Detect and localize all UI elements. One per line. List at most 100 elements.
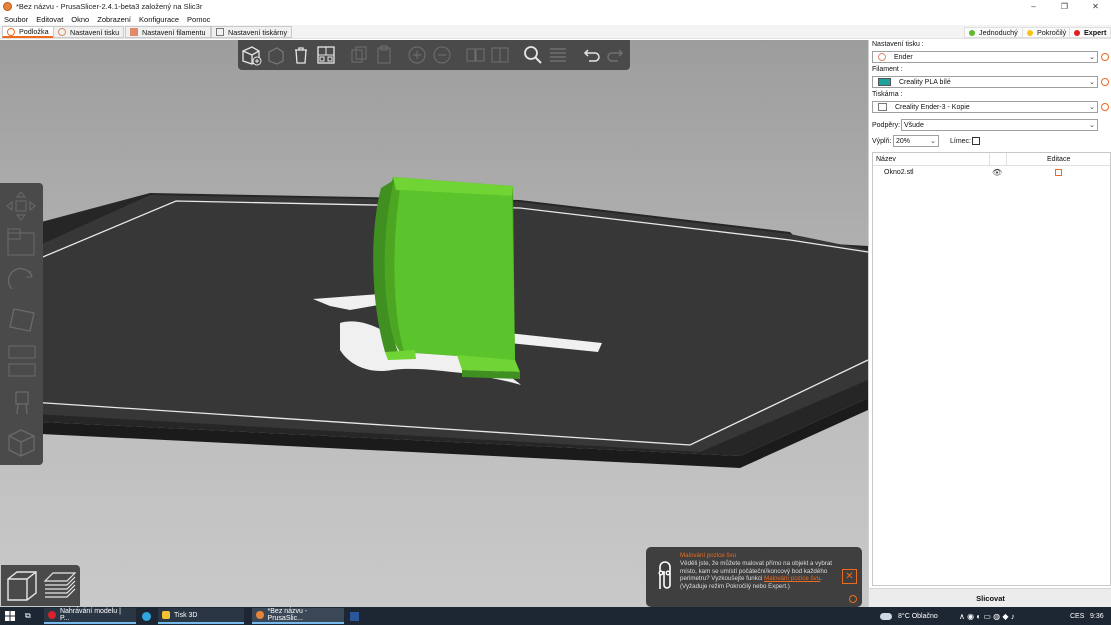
supports-value: Všude (904, 121, 924, 129)
task-view-icon[interactable]: ⧉ (25, 607, 31, 625)
search-button[interactable] (522, 43, 544, 68)
filament-label: Filament : (872, 66, 903, 73)
filament-spool-icon (130, 28, 138, 36)
scale-icon[interactable] (4, 225, 39, 257)
tab-print-settings[interactable]: Nastavení tisku (53, 26, 125, 38)
filament-edit-icon[interactable] (1101, 78, 1109, 86)
maximize-button[interactable]: ❐ (1049, 0, 1080, 13)
menu-soubor[interactable]: Soubor (4, 15, 28, 24)
edge-icon[interactable] (142, 607, 151, 625)
hint-link[interactable]: Malování pozice švu (764, 575, 820, 582)
paste-icon (377, 45, 391, 64)
edit-icon[interactable] (1055, 169, 1062, 176)
mode-simple-button[interactable]: Jednoduchý (964, 27, 1023, 38)
support-painting-icon[interactable] (4, 359, 39, 391)
seam-painting-icon[interactable] (4, 388, 39, 420)
3d-viewport[interactable]: Malování pozice švu Věděli jste, že může… (0, 40, 868, 607)
print-settings-label: Nastavení tisku : (872, 41, 924, 48)
arrange-icon (317, 46, 335, 64)
slice-button[interactable]: Slicovat (869, 588, 1111, 607)
add-instance-button[interactable] (406, 43, 428, 68)
brim-label: Límec: (950, 138, 972, 145)
right-sidebar: Nastavení tisku : Ender ⌄ Filament : Cre… (868, 40, 1111, 607)
clock[interactable]: 9:36 (1090, 607, 1104, 625)
arrange-button[interactable] (315, 43, 337, 68)
column-divider (989, 153, 990, 166)
mode-expert-button[interactable]: Expert (1069, 27, 1111, 38)
object-list-header: Název Editace (873, 153, 1110, 166)
folder-icon (162, 611, 170, 619)
windows-start-icon[interactable] (5, 607, 15, 625)
remove-instance-button[interactable] (431, 43, 453, 68)
split-objects-button[interactable] (464, 43, 486, 68)
taskbar-app-label: *Bez názvu - PrusaSlic... (267, 608, 308, 622)
layers-icon (550, 48, 566, 62)
print-settings-value: Ender (894, 53, 913, 61)
taskbar-app-prusaslicer[interactable]: *Bez názvu - PrusaSlic... (252, 608, 344, 624)
tab-printer-settings-label: Nastavení tiskárny (228, 27, 288, 37)
print-settings-combo[interactable]: Ender ⌄ (872, 51, 1098, 63)
view-cube-icon[interactable] (4, 426, 39, 458)
taskbar-app-opera[interactable]: Nahrávání modelu | P... (44, 608, 136, 624)
split-parts-icon (491, 47, 509, 63)
paste-button[interactable] (373, 43, 395, 68)
delete-button[interactable] (265, 43, 287, 68)
delete-all-button[interactable] (290, 43, 312, 68)
place-on-face-icon[interactable] (4, 303, 39, 335)
preview-layers-icon[interactable] (41, 569, 77, 603)
tab-plater-label: Podložka (19, 27, 49, 36)
chevron-down-icon: ⌄ (1089, 54, 1095, 61)
3d-view-icon[interactable] (5, 569, 39, 603)
chevron-down-icon: ⌄ (930, 138, 936, 145)
title-bar: *Bez názvu - PrusaSlicer-2.4.1-beta3 zal… (0, 0, 1111, 13)
undo-button[interactable] (580, 43, 602, 68)
infill-combo[interactable]: 20% ⌄ (893, 135, 939, 147)
column-divider (1006, 153, 1007, 166)
menu-editovat[interactable]: Editovat (36, 15, 63, 24)
menu-pomoc[interactable]: Pomoc (187, 15, 210, 24)
supports-combo[interactable]: Všude ⌄ (901, 119, 1098, 131)
printer-edit-icon[interactable] (1101, 103, 1109, 111)
supports-label: Podpěry: (872, 122, 901, 129)
tab-filament-settings[interactable]: Nastavení filamentu (125, 26, 211, 38)
green-dot-icon (969, 29, 975, 36)
menu-zobrazeni[interactable]: Zobrazení (97, 15, 131, 24)
gear-icon (878, 53, 886, 61)
menu-konfigurace[interactable]: Konfigurace (139, 15, 179, 24)
view-toolbar (1, 565, 80, 606)
hint-settings-icon[interactable] (849, 595, 857, 603)
rotate-icon[interactable] (4, 263, 39, 295)
weather-text[interactable]: 8°C Oblačno (898, 607, 938, 625)
eye-icon[interactable]: 👁 (992, 168, 1002, 177)
layers-editing-button[interactable] (547, 43, 569, 68)
hint-close-button[interactable]: ✕ (842, 569, 857, 584)
gear-icon (58, 28, 66, 36)
col-edit-header[interactable]: Editace (1047, 156, 1070, 163)
system-tray-icons[interactable]: ∧ ◉ ◐ ▭ ◍ ◆ ♪ (959, 607, 1015, 625)
red-dot-icon (1074, 29, 1080, 36)
word-icon[interactable] (350, 607, 359, 625)
brim-checkbox[interactable] (972, 137, 980, 145)
printer-combo[interactable]: Creality Ender-3 - Kopie ⌄ (872, 101, 1098, 113)
split-parts-button[interactable] (489, 43, 511, 68)
redo-icon (607, 49, 624, 62)
print-settings-edit-icon[interactable] (1101, 53, 1109, 61)
split-objects-icon (466, 48, 485, 62)
list-item[interactable]: Okno2.stl 👁 (873, 167, 1110, 179)
tab-plater[interactable]: Podložka (2, 26, 54, 38)
trash-icon (295, 47, 307, 64)
menu-okno[interactable]: Okno (71, 15, 89, 24)
move-icon[interactable] (4, 189, 39, 221)
copy-button[interactable] (348, 43, 370, 68)
filament-combo[interactable]: Creality PLA bílé ⌄ (872, 76, 1098, 88)
mode-advanced-button[interactable]: Pokročilý (1022, 27, 1072, 38)
redo-button[interactable] (605, 43, 627, 68)
tab-printer-settings[interactable]: Nastavení tiskárny (211, 26, 293, 38)
add-button[interactable] (240, 43, 262, 68)
minimize-button[interactable]: – (1018, 0, 1049, 13)
col-name-header[interactable]: Název (876, 156, 896, 163)
taskbar-app-folder[interactable]: Tisk 3D (158, 608, 244, 624)
close-button[interactable]: ✕ (1080, 0, 1111, 13)
language-indicator[interactable]: CES (1070, 607, 1084, 625)
mode-expert-label: Expert (1084, 28, 1107, 37)
